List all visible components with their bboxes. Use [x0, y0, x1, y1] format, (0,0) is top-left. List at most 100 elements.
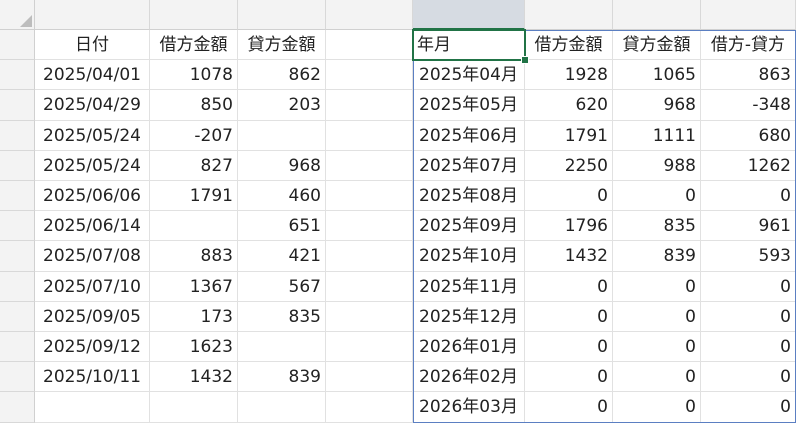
- cell-g3[interactable]: 968: [613, 90, 701, 121]
- column-header-c[interactable]: [238, 0, 326, 30]
- cell-a2[interactable]: 2025/04/01: [35, 60, 150, 91]
- cell-c11[interactable]: [238, 332, 326, 363]
- cell-g2[interactable]: 1065: [613, 60, 701, 91]
- cell-b6[interactable]: 1791: [150, 181, 238, 212]
- cell-d12[interactable]: [326, 362, 413, 393]
- cell-d5[interactable]: [326, 150, 413, 181]
- cell-c9[interactable]: 567: [238, 271, 326, 302]
- column-header-h[interactable]: [701, 0, 796, 30]
- cell-f13[interactable]: 0: [525, 392, 613, 423]
- cell-h12[interactable]: 0: [701, 362, 796, 393]
- cell-g8[interactable]: 839: [613, 241, 701, 272]
- row-header-4[interactable]: [0, 120, 35, 151]
- cell-c10[interactable]: 835: [238, 301, 326, 332]
- cell-b2[interactable]: 1078: [150, 60, 238, 91]
- cell-a3[interactable]: 2025/04/29: [35, 90, 150, 121]
- cell-g9[interactable]: 0: [613, 271, 701, 302]
- row-header-6[interactable]: [0, 181, 35, 212]
- cell-h13[interactable]: 0: [701, 392, 796, 423]
- cell-e2[interactable]: 2025年04月: [413, 60, 525, 91]
- cell-c12[interactable]: 839: [238, 362, 326, 393]
- cell-a12[interactable]: 2025/10/11: [35, 362, 150, 393]
- cell-e5[interactable]: 2025年07月: [413, 150, 525, 181]
- row-header-12[interactable]: [0, 362, 35, 393]
- cell-g12[interactable]: 0: [613, 362, 701, 393]
- cell-a13[interactable]: [35, 392, 150, 423]
- cell-b12[interactable]: 1432: [150, 362, 238, 393]
- cell-h11[interactable]: 0: [701, 332, 796, 363]
- cell-h10[interactable]: 0: [701, 301, 796, 332]
- cell-d10[interactable]: [326, 301, 413, 332]
- cell-h8[interactable]: 593: [701, 241, 796, 272]
- cell-f6[interactable]: 0: [525, 181, 613, 212]
- column-header-b[interactable]: [150, 0, 238, 30]
- cell-c1[interactable]: 貸方金額: [238, 30, 326, 61]
- cell-f4[interactable]: 1791: [525, 120, 613, 151]
- column-header-a[interactable]: [35, 0, 150, 30]
- cell-g5[interactable]: 988: [613, 150, 701, 181]
- cell-f3[interactable]: 620: [525, 90, 613, 121]
- cell-f12[interactable]: 0: [525, 362, 613, 393]
- cell-e3[interactable]: 2025年05月: [413, 90, 525, 121]
- cell-f2[interactable]: 1928: [525, 60, 613, 91]
- cell-d13[interactable]: [326, 392, 413, 423]
- cell-b5[interactable]: 827: [150, 150, 238, 181]
- column-header-d[interactable]: [326, 0, 413, 30]
- cell-b1[interactable]: 借方金額: [150, 30, 238, 61]
- cell-g7[interactable]: 835: [613, 211, 701, 242]
- cell-f10[interactable]: 0: [525, 301, 613, 332]
- cell-b13[interactable]: [150, 392, 238, 423]
- select-all-button[interactable]: [0, 0, 35, 30]
- cell-c5[interactable]: 968: [238, 150, 326, 181]
- cell-b3[interactable]: 850: [150, 90, 238, 121]
- row-header-5[interactable]: [0, 150, 35, 181]
- cell-f7[interactable]: 1796: [525, 211, 613, 242]
- cell-a5[interactable]: 2025/05/24: [35, 150, 150, 181]
- cell-e6[interactable]: 2025年08月: [413, 181, 525, 212]
- column-header-e[interactable]: [413, 0, 525, 30]
- cell-f8[interactable]: 1432: [525, 241, 613, 272]
- row-header-7[interactable]: [0, 211, 35, 242]
- cell-h9[interactable]: 0: [701, 271, 796, 302]
- cell-c7[interactable]: 651: [238, 211, 326, 242]
- cell-c3[interactable]: 203: [238, 90, 326, 121]
- spreadsheet-grid[interactable]: 日付 借方金額 貸方金額 年月 借方金額 貸方金額 借方-貸方 2025/04/01 1078 8…: [0, 0, 803, 429]
- cell-e8[interactable]: 2025年10月: [413, 241, 525, 272]
- cell-b8[interactable]: 883: [150, 241, 238, 272]
- cell-h1[interactable]: 借方-貸方: [701, 30, 796, 61]
- cell-f5[interactable]: 2250: [525, 150, 613, 181]
- cell-g1[interactable]: 貸方金額: [613, 30, 701, 61]
- row-header-13[interactable]: [0, 392, 35, 423]
- cell-e7[interactable]: 2025年09月: [413, 211, 525, 242]
- cell-d6[interactable]: [326, 181, 413, 212]
- column-header-f[interactable]: [525, 0, 613, 30]
- cell-g6[interactable]: 0: [613, 181, 701, 212]
- row-header-11[interactable]: [0, 332, 35, 363]
- cell-b9[interactable]: 1367: [150, 271, 238, 302]
- cell-a11[interactable]: 2025/09/12: [35, 332, 150, 363]
- cell-b7[interactable]: [150, 211, 238, 242]
- cell-b10[interactable]: 173: [150, 301, 238, 332]
- cell-g13[interactable]: 0: [613, 392, 701, 423]
- cell-d9[interactable]: [326, 271, 413, 302]
- row-header-1[interactable]: [0, 30, 35, 61]
- cell-a9[interactable]: 2025/07/10: [35, 271, 150, 302]
- cell-h6[interactable]: 0: [701, 181, 796, 212]
- cell-a10[interactable]: 2025/09/05: [35, 301, 150, 332]
- cell-g4[interactable]: 1111: [613, 120, 701, 151]
- cell-e13[interactable]: 2026年03月: [413, 392, 525, 423]
- cell-d7[interactable]: [326, 211, 413, 242]
- cell-d4[interactable]: [326, 120, 413, 151]
- cell-h4[interactable]: 680: [701, 120, 796, 151]
- cell-a8[interactable]: 2025/07/08: [35, 241, 150, 272]
- cell-a1[interactable]: 日付: [35, 30, 150, 61]
- cell-e12[interactable]: 2026年02月: [413, 362, 525, 393]
- cell-c8[interactable]: 421: [238, 241, 326, 272]
- cell-h2[interactable]: 863: [701, 60, 796, 91]
- cell-b4[interactable]: -207: [150, 120, 238, 151]
- row-header-8[interactable]: [0, 241, 35, 272]
- row-header-2[interactable]: [0, 60, 35, 91]
- cell-d3[interactable]: [326, 90, 413, 121]
- cell-f1[interactable]: 借方金額: [525, 30, 613, 61]
- row-header-3[interactable]: [0, 90, 35, 121]
